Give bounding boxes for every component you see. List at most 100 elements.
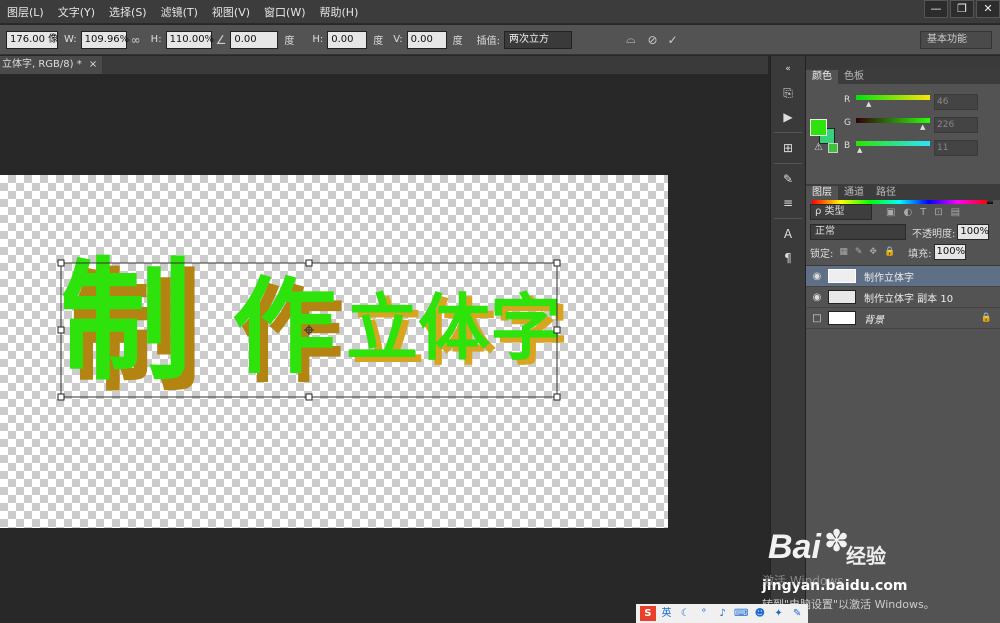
interpolation-dropdown[interactable]: 两次立方 [504,30,572,49]
b-slider[interactable] [856,141,930,146]
ime-shirt-icon[interactable]: ✦ [771,606,787,621]
hskew-unit: 度 [373,36,384,47]
commit-icon[interactable]: ✓ [668,33,678,47]
ime-tool-icon[interactable]: ✎ [789,606,805,621]
r-slider-thumb[interactable]: ▲ [866,100,871,108]
layer-name[interactable]: 制作立体字 [864,269,914,284]
b-value-field[interactable]: 11 [934,140,978,156]
actions-icon[interactable]: ▶ [776,108,800,126]
visibility-eye-icon[interactable]: ◉ [806,292,828,303]
x-position-field[interactable]: 176.00 像 [6,30,58,49]
g-label: G [844,118,851,128]
panels-top-bar [806,56,1000,68]
char-zuo: 作 [232,266,336,388]
ime-moon-icon[interactable]: ☾ [677,606,693,621]
ime-punct-icon[interactable]: ° [696,606,712,621]
document-tab-bar: 立体字, RGB/8) * × [0,56,768,74]
filter-icons[interactable]: ▣◐T⊡▤ [886,207,968,218]
layer-filter-dropdown[interactable]: ρ 类型 [810,204,872,220]
ime-toolbar: S 英 ☾ ° ♪ ⌨ ☻ ✦ ✎ [636,604,808,623]
g-slider-thumb[interactable]: ▲ [920,123,925,131]
layer-filter-row: ρ 类型 ▣◐T⊡▤ [806,202,1000,222]
tab-color[interactable]: 颜色 [806,70,838,84]
r-value-field[interactable]: 46 [934,94,978,110]
menu-select[interactable]: 选择(S) [102,4,154,20]
foreground-color-swatch[interactable] [810,119,827,136]
menu-help[interactable]: 帮助(H) [313,4,366,20]
height-field[interactable]: 110.00% [165,30,214,49]
g-value-field[interactable]: 226 [934,117,978,133]
hskew-field[interactable]: 0.00 [327,30,368,49]
menu-window[interactable]: 窗口(W) [257,4,312,20]
close-tab-icon[interactable]: × [89,59,97,70]
layer-row[interactable]: □ 背景 🔒 [806,308,1000,329]
angle-field[interactable]: 0.00 [230,30,279,49]
menu-type[interactable]: 文字(Y) [51,4,102,20]
link-icon[interactable]: ∞ [131,33,141,47]
ime-keyboard-icon[interactable]: ⌨ [733,606,749,621]
collapse-icon[interactable]: « [776,60,800,78]
lock-row: 锁定: ▦✎✥🔒 填充: 100% [806,242,1000,262]
workspace-switcher[interactable]: 基本功能 [920,31,992,49]
blend-mode-dropdown[interactable]: 正常 [810,224,906,240]
brush-icon[interactable]: ✎ [776,170,800,188]
cancel-icon[interactable]: ⊘ [648,33,658,47]
vskew-label: V: [393,34,403,45]
color-panel-tabs: 颜色 色板 [806,68,1000,84]
vskew-field[interactable]: 0.00 [406,30,447,49]
menu-view[interactable]: 视图(V) [205,4,257,20]
ime-user-icon[interactable]: ☻ [752,606,768,621]
window-controls: — ❐ ✕ [922,0,1000,18]
r-label: R [844,95,851,105]
restore-button[interactable]: ❐ [950,0,974,18]
blend-row: 正常 不透明度: 100% [806,222,1000,242]
angle-icon: ∠ [215,32,227,47]
opacity-label: 不透明度: [912,228,956,240]
ime-logo-icon[interactable]: S [640,606,656,621]
fill-field[interactable]: 100% [933,244,966,260]
menu-layer[interactable]: 图层(L) [0,4,51,20]
opacity-field[interactable]: 100% [957,224,990,240]
minimize-button[interactable]: — [924,0,948,18]
ime-lang[interactable]: 英 [659,606,675,621]
menu-filter[interactable]: 滤镜(T) [154,4,205,20]
tab-channels[interactable]: 通道 [838,186,870,200]
layer-row[interactable]: ◉ 制作立体字 [806,266,1000,287]
document-canvas[interactable]: 制 作 立体字 制 作 立体字 [0,175,668,528]
ime-mic-icon[interactable]: ♪ [715,606,731,621]
width-field[interactable]: 109.96% [80,30,129,49]
visibility-eye-icon[interactable]: ◉ [806,271,828,282]
char-zhi: 制 [60,245,192,399]
b-slider-thumb[interactable]: ▲ [857,146,862,154]
strip-divider [774,132,802,133]
properties-icon[interactable]: ⊞ [776,139,800,157]
canvas-artwork: 制 作 立体字 制 作 立体字 [57,245,568,410]
interpolation-label: 插值: [476,36,500,47]
layer-name[interactable]: 背景 [864,311,884,326]
layers-panel-tabs: 图层 通道 路径 [806,184,1000,200]
layer-thumbnail [828,290,856,304]
warp-icon[interactable]: ⌓ [626,32,636,47]
layer-row[interactable]: ◉ 制作立体字 副本 10 [806,287,1000,308]
adjust-icon[interactable]: ≡ [776,194,800,212]
menu-bar: 图层(L) 文字(Y) 选择(S) 滤镜(T) 视图(V) 窗口(W) 帮助(H… [0,0,1000,24]
character-icon[interactable]: A [776,225,800,243]
lock-icons[interactable]: ▦✎✥🔒 [839,247,902,257]
tab-swatches[interactable]: 色板 [838,70,870,84]
w-label: W: [64,34,77,45]
watermark-logo: Bai [768,528,821,566]
gamut-warning-icon[interactable]: ⚠ [814,142,823,153]
g-slider[interactable] [856,118,930,123]
canvas-area[interactable]: 制 作 立体字 制 作 立体字 [0,74,768,623]
tab-paths[interactable]: 路径 [870,186,902,200]
paragraph-icon[interactable]: ¶ [776,249,800,267]
visibility-toggle-empty[interactable]: □ [806,313,828,324]
history-icon[interactable]: ⎘ [776,84,800,102]
document-tab-title: 立体字, RGB/8) * [2,59,82,70]
fill-label: 填充: [908,248,932,260]
layer-name[interactable]: 制作立体字 副本 10 [864,290,953,305]
tab-layers[interactable]: 图层 [806,186,838,200]
gamut-swatch[interactable] [828,143,838,153]
close-window-button[interactable]: ✕ [976,0,1000,18]
document-tab[interactable]: 立体字, RGB/8) * × [0,56,102,74]
